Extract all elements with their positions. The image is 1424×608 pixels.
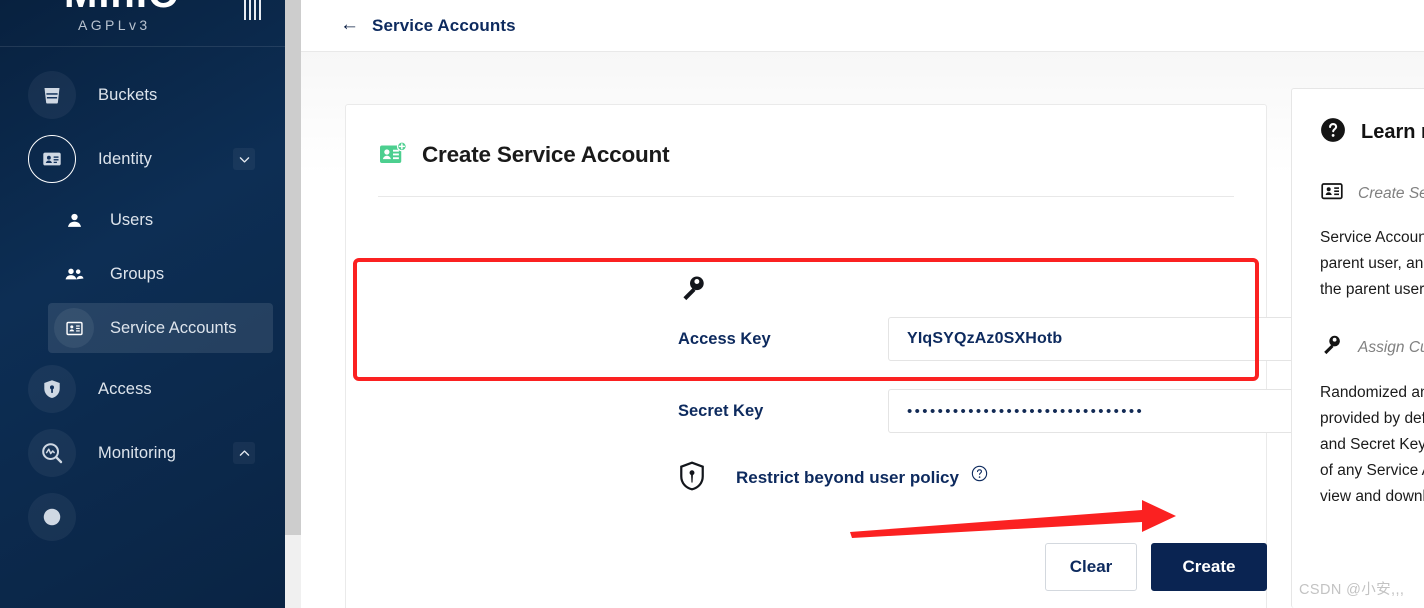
breadcrumb[interactable]: Service Accounts: [372, 16, 516, 36]
card-title-row: Create Service Account: [378, 135, 1234, 175]
restrict-policy-text: Restrict beyond user policy: [736, 467, 959, 487]
sidebar-item-monitoring[interactable]: Monitoring: [0, 421, 285, 485]
learn-body-line: Service Accounts inherit the policy of t…: [1320, 229, 1424, 246]
page-title: Create Service Account: [422, 142, 670, 167]
sidebar-item-label: Identity: [98, 149, 152, 168]
sidebar-item-service-accounts[interactable]: Service Accounts: [48, 303, 273, 353]
sidebar-scrollbar-track[interactable]: [285, 0, 301, 608]
chevron-up-icon[interactable]: [233, 442, 255, 464]
learn-section-body: Service Accounts inherit the policy of t…: [1320, 225, 1424, 303]
question-circle-icon[interactable]: [971, 465, 988, 487]
sidebar: MinIO AGPLv3 Buckets: [0, 0, 285, 608]
access-key-value: YIqSYQzAz0SXHotb: [907, 330, 1063, 347]
sidebar-item-groups[interactable]: Groups: [48, 249, 273, 299]
menu-bars-icon[interactable]: [244, 0, 266, 20]
title-divider: [378, 196, 1234, 197]
learn-more-header: Learn more: [1320, 115, 1424, 149]
key-icon: [678, 273, 709, 305]
monitoring-icon: [28, 429, 76, 477]
help-circle-filled-icon: [1320, 117, 1346, 148]
minio-logo: MinIO: [64, 0, 180, 14]
sidebar-item-label: Service Accounts: [110, 318, 237, 337]
sidebar-item-label: Users: [110, 210, 154, 229]
app-root: MinIO AGPLv3 Buckets: [0, 0, 1424, 608]
sidebar-item-access[interactable]: Access: [0, 357, 285, 421]
learn-body-line: and Secret Key are only displayed at the…: [1320, 436, 1424, 453]
arrow-left-icon[interactable]: ←: [340, 15, 359, 34]
learn-body-line: view and download them at that time.: [1320, 488, 1424, 505]
shield-user-icon: [678, 460, 706, 492]
service-account-outline-icon: [1320, 179, 1344, 208]
sidebar-item-buckets[interactable]: Buckets: [0, 63, 285, 127]
groups-icon: [54, 254, 94, 294]
sidebar-item-label: Monitoring: [98, 443, 177, 462]
learn-section-title: Create Service Accounts: [1358, 184, 1424, 202]
learn-more-panel: Learn more Create Service Account: [1291, 88, 1424, 608]
sidebar-item-users[interactable]: Users: [48, 195, 273, 245]
main-content: ← Service Accounts Create Service Accoun…: [301, 0, 1424, 608]
user-icon: [54, 200, 94, 240]
learn-section-title: Assign Custom Credentials: [1358, 339, 1424, 356]
page-topbar: ← Service Accounts: [301, 0, 1424, 52]
learn-section-create: Create Service Accounts: [1320, 179, 1424, 208]
access-key-label: Access Key: [678, 329, 771, 348]
learn-more-title: Learn more: [1361, 120, 1424, 143]
learn-section-assign: Assign Custom Credentials: [1320, 333, 1424, 363]
learn-body-line: of any Service Account's creation. Be su…: [1320, 462, 1424, 479]
license-label: AGPLv3: [78, 17, 151, 33]
learn-body-line: provided by default. The generated Acces…: [1320, 410, 1424, 427]
learn-body-line: Randomized and secure credentials are: [1320, 384, 1424, 401]
sidebar-nav: Buckets Identity Users Groups Service Ac…: [0, 47, 285, 549]
restrict-policy-label: Restrict beyond user policy: [736, 465, 988, 488]
watermark: CSDN @小安,,,: [1299, 582, 1405, 598]
clear-button[interactable]: Clear: [1045, 543, 1137, 591]
form-actions: Clear Create: [1045, 543, 1267, 591]
sidebar-item-label: Access: [98, 379, 152, 398]
bucket-icon: [28, 71, 76, 119]
key-icon: [1320, 333, 1344, 363]
sidebar-scrollbar-thumb[interactable]: [285, 0, 301, 535]
service-account-icon: [54, 308, 94, 348]
sidebar-item-label: Buckets: [98, 85, 158, 104]
sidebar-item-label: Groups: [110, 264, 165, 283]
secret-key-value: •••••••••••••••••••••••••••••••: [907, 402, 1145, 420]
sidebar-item-identity[interactable]: Identity: [0, 127, 285, 191]
sidebar-item-partial[interactable]: [0, 485, 285, 549]
add-service-account-icon: [378, 140, 408, 170]
chevron-down-icon[interactable]: [233, 148, 255, 170]
support-icon: [28, 493, 76, 541]
learn-section-body: Randomized and secure credentials are pr…: [1320, 380, 1424, 510]
identity-card-icon: [28, 135, 76, 183]
secret-key-label: Secret Key: [678, 401, 764, 420]
learn-body-line: parent user, and can optionally be restr…: [1320, 255, 1424, 272]
create-button[interactable]: Create: [1151, 543, 1267, 591]
sidebar-header: MinIO AGPLv3: [0, 0, 285, 47]
lock-shield-icon: [28, 365, 76, 413]
learn-body-line: the parent user's own policy.: [1320, 281, 1424, 298]
content-area: Create Service Account Access Key YIqSYQ…: [301, 52, 1424, 608]
